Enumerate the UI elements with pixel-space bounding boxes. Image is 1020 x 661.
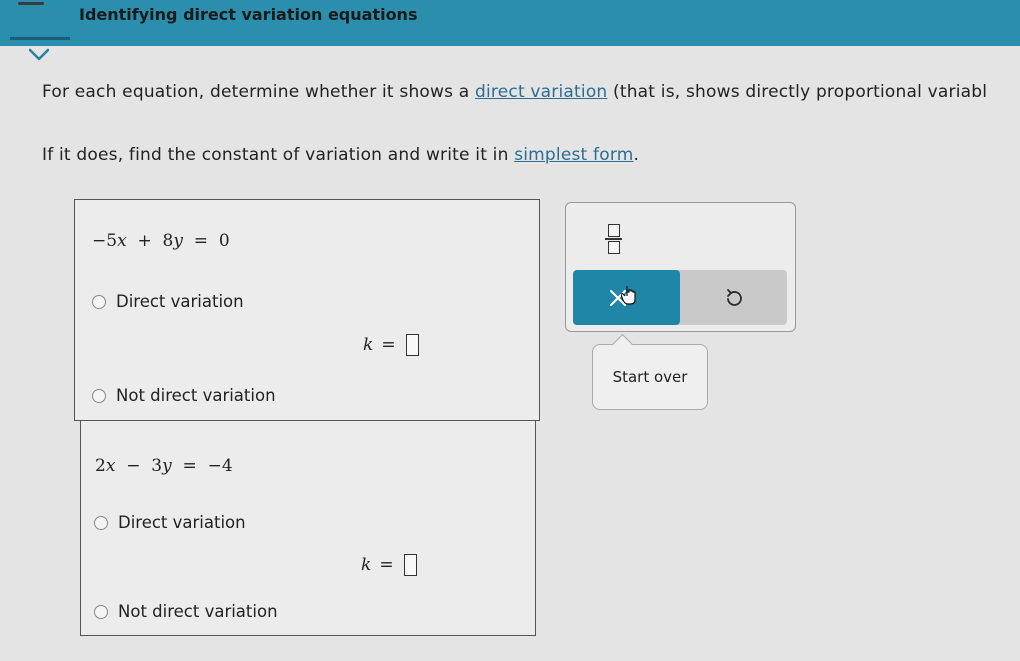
question-2-k-input[interactable] [403, 554, 417, 576]
radio-button[interactable] [94, 604, 108, 619]
question-2-equation: 2x − 3y = −4 [95, 456, 233, 476]
menu-icon[interactable] [18, 2, 44, 5]
question-2-box: 2x − 3y = −4 Direct variation k = Not di… [80, 420, 536, 636]
option-label: Direct variation [116, 292, 244, 311]
question-1-not-direct-option[interactable]: Not direct variation [92, 386, 276, 405]
option-label: Not direct variation [116, 386, 276, 405]
question-2-not-direct-option[interactable]: Not direct variation [94, 602, 278, 621]
instruction-text: . [633, 145, 640, 165]
k-label: k [361, 555, 372, 575]
hand-cursor-icon [621, 286, 636, 305]
instruction-text: (that is, shows directly proportional va… [607, 82, 988, 102]
math-tool-panel [565, 202, 796, 332]
question-1-direct-variation-option[interactable]: Direct variation [92, 292, 244, 311]
clear-button[interactable] [573, 270, 680, 325]
page-title: Identifying direct variation equations [79, 5, 418, 24]
direct-variation-link[interactable]: direct variation [475, 82, 607, 102]
chevron-down-icon [28, 48, 50, 61]
question-2-direct-variation-option[interactable]: Direct variation [94, 513, 246, 532]
tooltip-text: Start over [612, 368, 688, 386]
simplest-form-link[interactable]: simplest form [514, 145, 633, 165]
undo-button[interactable] [680, 270, 787, 325]
undo-icon [726, 288, 742, 306]
instruction-text: If it does, find the constant of variati… [42, 145, 515, 165]
question-1-equation: −5x + 8y = 0 [92, 231, 230, 251]
question-1-k-input[interactable] [405, 334, 419, 356]
option-label: Direct variation [118, 513, 246, 532]
header-bar: Identifying direct variation equations [0, 0, 1020, 46]
instruction-line-2: If it does, find the constant of variati… [42, 145, 639, 165]
radio-button[interactable] [94, 515, 108, 530]
radio-button[interactable] [92, 388, 106, 403]
action-row [573, 270, 787, 325]
header-accent [10, 37, 70, 40]
question-1-box: −5x + 8y = 0 Direct variation k = Not di… [74, 199, 540, 421]
instruction-line-1: For each equation, determine whether it … [42, 82, 1020, 102]
k-label: k [363, 335, 374, 355]
start-over-tooltip: Start over [592, 333, 708, 410]
equals-sign: = [379, 555, 394, 575]
fraction-button[interactable] [600, 218, 630, 258]
instruction-text: For each equation, determine whether it … [42, 82, 476, 102]
tooltip-arrow [611, 333, 634, 356]
question-2-k-row: k = [361, 554, 417, 576]
collapse-button[interactable] [12, 44, 66, 72]
radio-button[interactable] [92, 294, 106, 309]
equals-sign: = [381, 335, 396, 355]
question-1-k-row: k = [363, 334, 419, 356]
option-label: Not direct variation [118, 602, 278, 621]
